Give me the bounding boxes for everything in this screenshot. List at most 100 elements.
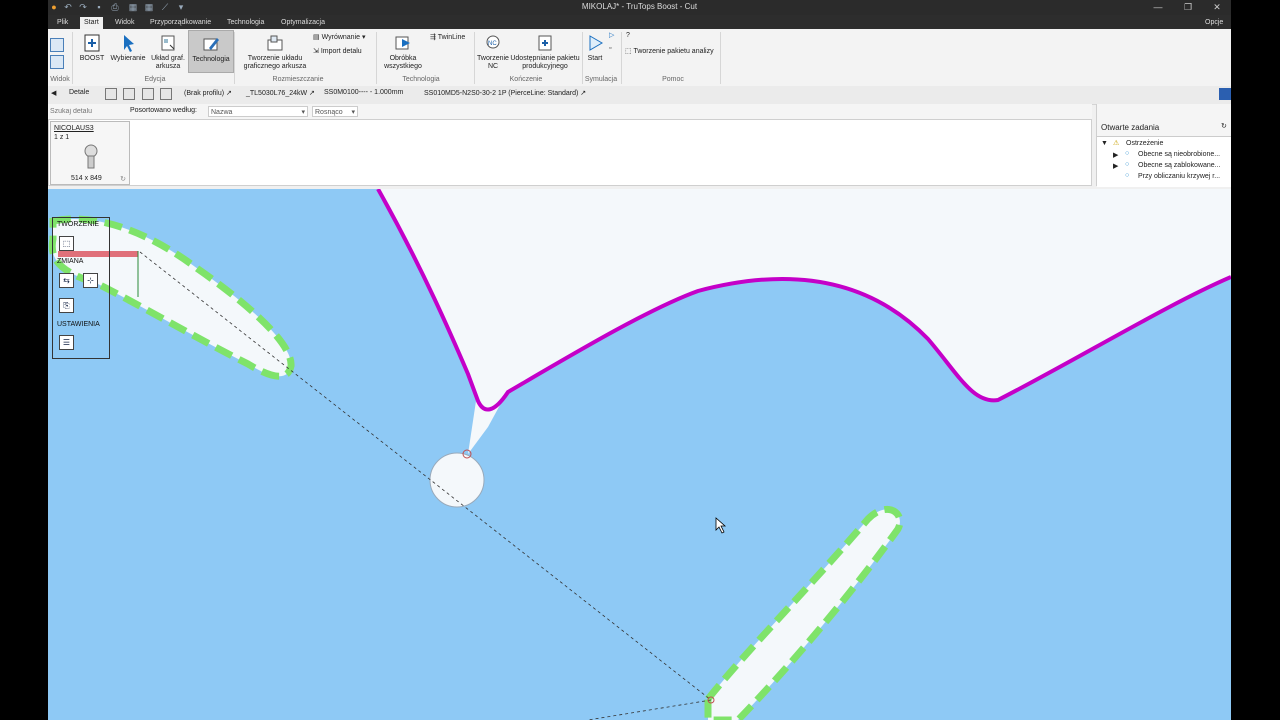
technology-button[interactable]: Technologia <box>188 30 234 73</box>
circle-status-icon: ○ <box>1125 150 1130 157</box>
settings-sliders-icon[interactable]: ☰ <box>59 335 74 350</box>
material-label[interactable]: SS0M0100---- - 1.000mm <box>324 89 403 96</box>
create-layout-button[interactable]: Tworzenie układu graficznego arkusza <box>236 33 314 71</box>
change-lead-icon[interactable]: ⇆ <box>59 273 74 288</box>
start-label: Start <box>587 55 603 62</box>
group-separator <box>621 32 622 84</box>
chevron-down-icon: ▾ <box>351 109 355 116</box>
align-button[interactable]: ▤ Wyrównanie ▾ <box>313 33 365 41</box>
part-name: NICOLAUS3 <box>54 125 94 132</box>
collapse-icon[interactable]: ◀ <box>51 89 56 97</box>
create-nc-button[interactable]: NC Tworzenie NC <box>476 33 510 71</box>
stop-small-icon[interactable]: ▫ <box>609 45 611 52</box>
right-screen-border <box>1231 0 1280 720</box>
drawing-canvas[interactable]: TWORZENIE ⬚ ZMIANA ⇆ ⊹ ⎘ USTAWIENIA ☰ <box>48 189 1231 720</box>
sort-field-select[interactable]: Nazwa ▾ <box>208 106 308 117</box>
view-list-icon[interactable] <box>50 55 64 69</box>
boost-label: BOOST <box>79 55 105 62</box>
restore-icon[interactable]: ❐ <box>1174 1 1202 14</box>
share-package-button[interactable]: Udostępnianie pakietu produkcyjnego <box>510 33 580 71</box>
change-edit-icon[interactable]: ⎘ <box>59 298 74 313</box>
select-button[interactable]: Wybieranie <box>109 33 147 63</box>
nc-icon: NC <box>486 35 500 49</box>
analysis-package-label: Tworzenie pakietu analizy <box>633 48 714 55</box>
warning-node-label[interactable]: Ostrzeżenie <box>1126 140 1163 147</box>
tab-optimization[interactable]: Optymalizacja <box>277 17 329 29</box>
title-bar: ● ↶ ↷ ▪ ⎙ ▦ ▦ ⟋ ▾ MIKOLAJ* - TruTops Boo… <box>48 0 1231 15</box>
part-size: 514 x 849 <box>71 175 102 182</box>
sort-field-value: Nazwa <box>211 109 233 116</box>
sort-order-select[interactable]: Rosnąco ▾ <box>312 106 358 117</box>
analysis-package-button[interactable]: ⬚ Tworzenie pakietu analizy <box>625 47 714 55</box>
profile-label: (Brak profilu) <box>184 90 225 97</box>
open-tasks-panel: Otwarte zadania ↻ ▼ ⚠ Ostrzeżenie ▶ ○ Ob… <box>1096 104 1231 187</box>
details-label[interactable]: Detale <box>69 89 89 96</box>
columns-icon[interactable] <box>142 88 154 100</box>
palette-change-label: ZMIANA <box>57 258 84 265</box>
mouse-cursor-icon <box>715 517 727 534</box>
view-grid-icon[interactable] <box>50 38 64 52</box>
sorted-by-label: Posortowano według: <box>130 107 197 114</box>
process-all-button[interactable]: Obróbka wszystkiego <box>378 33 428 71</box>
ribbon-tabs: Plik Start Widok Przyporządkowanie Techn… <box>48 15 1231 29</box>
machine-link[interactable]: _TL5030L76_24kW ↗ <box>246 89 315 97</box>
part-count: 1 z 1 <box>54 134 70 141</box>
import-part-button[interactable]: ⇲ Import detalu <box>313 47 362 55</box>
circle-hole <box>429 452 485 508</box>
layout-icon <box>267 35 283 51</box>
part-thumbnail-icon <box>84 144 98 169</box>
group-separator <box>720 32 721 84</box>
group-separator <box>234 32 235 84</box>
share-package-icon <box>538 35 552 51</box>
machine-label: _TL5030L76_24kW <box>246 90 308 97</box>
start-simulation-button[interactable]: Start <box>583 33 607 63</box>
boost-button[interactable]: BOOST <box>77 33 107 63</box>
document-icon[interactable] <box>123 88 135 100</box>
sort-order-value: Rosnąco <box>315 109 343 116</box>
technology-table-link[interactable]: SS010MD5-N2S0-30-2 1P (PierceLine: Stand… <box>424 89 586 97</box>
task-item-label[interactable]: Obecne są nieobrobione... <box>1138 151 1220 158</box>
profile-link[interactable]: (Brak profilu) ↗ <box>184 89 232 97</box>
expand-arrow-icon[interactable]: ▶ <box>1113 162 1118 170</box>
change-start-icon[interactable]: ⊹ <box>83 273 98 288</box>
part-card[interactable]: NICOLAUS3 1 z 1 514 x 849 ↻ <box>50 121 130 185</box>
sheet-drawing <box>48 189 1231 720</box>
task-item-label[interactable]: Przy obliczaniu krzywej r... <box>1138 173 1220 180</box>
import-part-label: Import detalu <box>320 48 362 55</box>
task-item-label[interactable]: Obecne są zablokowane... <box>1138 162 1221 169</box>
columns-alt-icon[interactable] <box>160 88 172 100</box>
sheet-layout-button[interactable]: Układ graf. arkusza <box>148 33 188 71</box>
expand-arrow-icon[interactable]: ▶ <box>1113 151 1118 159</box>
group-label-help: Pomoc <box>662 76 684 83</box>
tool-palette: TWORZENIE ⬚ ZMIANA ⇆ ⊹ ⎘ USTAWIENIA ☰ <box>52 217 110 359</box>
minimize-icon[interactable]: — <box>1144 1 1172 14</box>
tab-assignment[interactable]: Przyporządkowanie <box>146 17 215 29</box>
play-small-icon[interactable]: ▷ <box>609 31 614 39</box>
help-icon[interactable]: ? <box>626 32 630 39</box>
create-nc-label: Tworzenie NC <box>477 55 509 70</box>
expand-arrow-icon[interactable]: ▼ <box>1101 140 1108 147</box>
refresh-icon[interactable]: ↻ <box>1221 122 1227 130</box>
group-separator <box>72 32 73 84</box>
circle-status-icon: ○ <box>1125 172 1130 179</box>
tab-view[interactable]: Widok <box>111 17 138 29</box>
tab-technology[interactable]: Technologia <box>223 17 268 29</box>
close-icon[interactable]: ✕ <box>1203 1 1231 14</box>
twinline-button[interactable]: ⇶ TwinLine <box>430 33 465 41</box>
group-label-arrange: Rozmieszczanie <box>272 76 324 83</box>
process-all-icon <box>395 36 410 50</box>
ribbon: BOOST Wybieranie Układ graf. arkusza Tec… <box>48 29 1231 87</box>
options-link[interactable]: Opcje <box>1201 17 1227 29</box>
create-layout-label: Tworzenie układu graficznego arkusza <box>243 55 307 70</box>
group-label-finish: Kończenie <box>509 76 543 83</box>
filter-bar: Posortowano według: Nazwa ▾ Rosnąco ▾ <box>48 104 1092 119</box>
window-title: MIKOLAJ* - TruTops Boost - Cut <box>581 2 698 11</box>
create-tool-icon[interactable]: ⬚ <box>59 236 74 251</box>
tab-start[interactable]: Start <box>80 17 103 29</box>
group-separator <box>376 32 377 84</box>
search-part-input[interactable] <box>48 106 124 117</box>
tab-file[interactable]: Plik <box>53 17 72 29</box>
refresh-icon[interactable]: ↻ <box>120 175 126 183</box>
twinline-label: TwinLine <box>437 34 466 41</box>
home-icon[interactable] <box>105 88 117 100</box>
